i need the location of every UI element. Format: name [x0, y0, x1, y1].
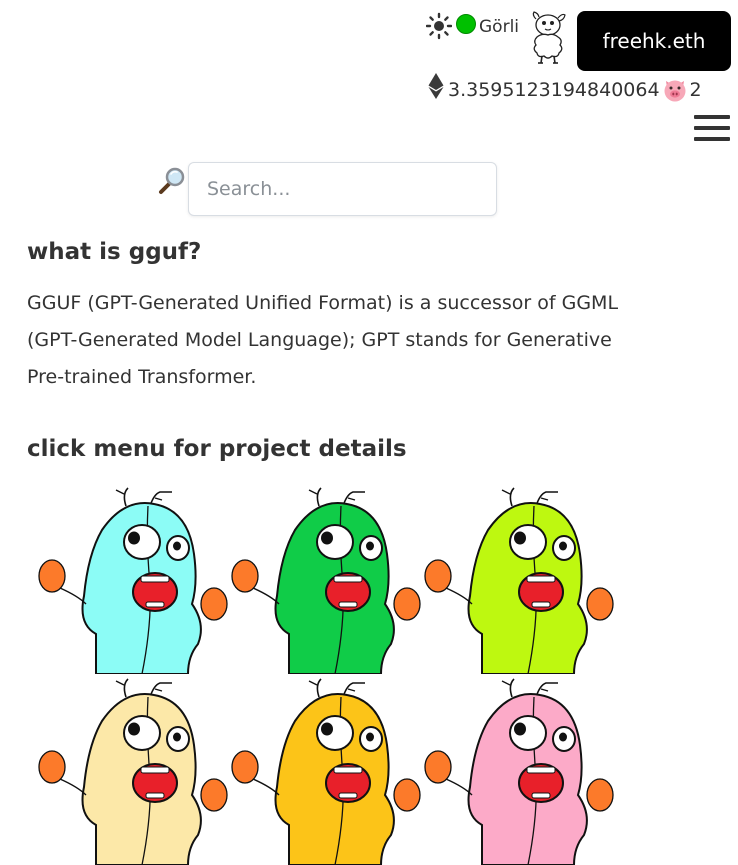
ethereum-icon: [428, 73, 444, 99]
magnifying-glass-icon: [157, 166, 187, 196]
gopher-icon[interactable]: [38, 484, 230, 675]
eth-balance: 3.3595123194840064: [448, 79, 660, 101]
intro-paragraph: GGUF (GPT-Generated Unified Format) is a…: [27, 292, 619, 388]
intro-heading: what is gguf?: [27, 239, 202, 265]
menu-heading: click menu for project details: [27, 436, 407, 462]
gopher-icon[interactable]: [231, 675, 423, 865]
gopher-gallery: [38, 484, 618, 865]
gopher-icon[interactable]: [231, 484, 423, 675]
hamburger-menu-icon[interactable]: [694, 113, 730, 143]
token-count: 2: [689, 79, 702, 101]
network-name: Görli: [479, 17, 520, 37]
gopher-icon[interactable]: [424, 675, 616, 865]
gopher-icon[interactable]: [38, 675, 230, 865]
wallet-balance: 3.3595123194840064 2: [428, 72, 702, 108]
sun-icon[interactable]: [425, 12, 453, 40]
search-input[interactable]: [188, 162, 497, 216]
network-status-indicator: [456, 14, 476, 34]
account-button[interactable]: freehk.eth: [577, 11, 731, 71]
sheep-icon[interactable]: [528, 11, 568, 65]
gopher-icon[interactable]: [424, 484, 616, 675]
pig-icon: [664, 80, 686, 102]
